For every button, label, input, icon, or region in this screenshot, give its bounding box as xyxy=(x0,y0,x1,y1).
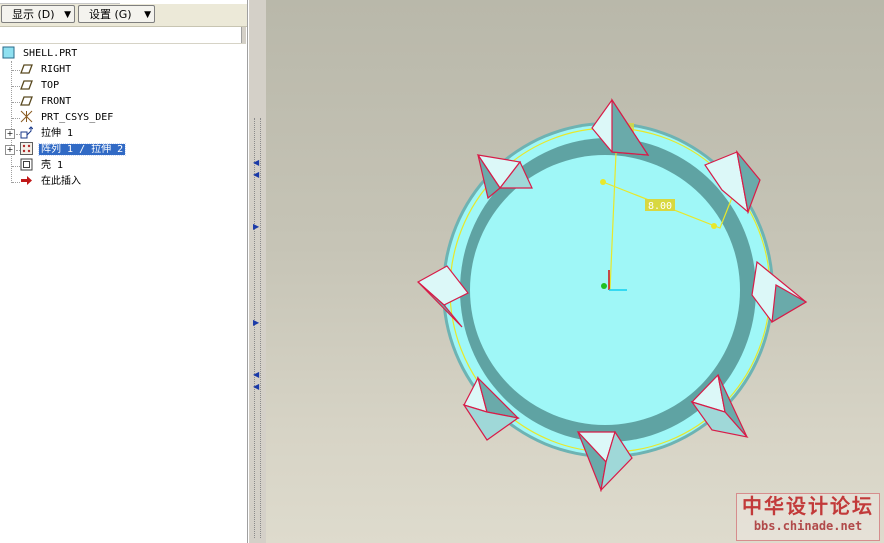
shell-inner-floor xyxy=(470,155,740,425)
chevron-down-icon: ▼ xyxy=(64,10,71,20)
display-menu-button[interactable]: 显示 (D) ▼ xyxy=(1,5,75,23)
tree-item-front[interactable]: FRONT xyxy=(20,94,73,110)
tree-item-top[interactable]: TOP xyxy=(20,78,61,94)
dimension-point xyxy=(711,223,717,229)
extrude-icon xyxy=(20,125,34,139)
splitter-grip[interactable] xyxy=(254,118,261,538)
tree-item-label: 拉伸 1 xyxy=(41,128,74,139)
settings-menu-label: 设置 (G) xyxy=(89,8,132,21)
model-tree-toolbar: 显示 (D) ▼ 设置 (G) ▼ xyxy=(0,4,247,27)
shell-icon xyxy=(20,158,33,171)
tree-item-label: 阵列 1 / 拉伸 2 xyxy=(38,143,127,156)
collapse-left-icon[interactable]: ◀ xyxy=(253,382,259,391)
column-resize-handle[interactable] xyxy=(241,27,246,43)
part-icon xyxy=(2,46,15,59)
expand-right-icon[interactable]: ▶ xyxy=(253,318,259,327)
tree-item-pattern-1[interactable]: 阵列 1 / 拉伸 2 xyxy=(20,141,127,158)
csys-icon xyxy=(20,110,33,123)
tree-item-extrude-1[interactable]: 拉伸 1 xyxy=(20,125,75,142)
datum-plane-icon xyxy=(20,94,33,107)
insert-here-arrow-icon xyxy=(20,174,33,187)
tree-item-label: TOP xyxy=(41,80,60,91)
tree-item-right[interactable]: RIGHT xyxy=(20,62,73,78)
chevron-down-icon: ▼ xyxy=(144,10,151,20)
panel-splitter[interactable]: ◀ ◀ ▶ ▶ ◀ ◀ xyxy=(248,0,267,543)
tree-column-header xyxy=(0,27,246,44)
tree-item-insert-here[interactable]: 在此插入 xyxy=(20,174,83,190)
tree-item-label: 在此插入 xyxy=(41,176,82,187)
collapse-left-icon[interactable]: ◀ xyxy=(253,158,259,167)
shell-model-render: 8.00 xyxy=(416,97,808,493)
tree-item-label: RIGHT xyxy=(41,64,72,75)
settings-menu-button[interactable]: 设置 (G) ▼ xyxy=(78,5,155,23)
tree-item-label: PRT_CSYS_DEF xyxy=(41,112,114,123)
tree-item-label: 壳 1 xyxy=(41,160,64,171)
tree-connector xyxy=(12,86,20,87)
datum-plane-icon xyxy=(20,62,33,75)
collapse-left-icon[interactable]: ◀ xyxy=(253,370,259,379)
model-tree: SHELL.PRT RIGHT TOP FRONT PRT_CSYS_DEF +… xyxy=(0,44,246,543)
dimension-point xyxy=(600,179,606,185)
csys-origin xyxy=(601,283,607,289)
tree-connector xyxy=(11,61,12,183)
tree-item-prt-csys-def[interactable]: PRT_CSYS_DEF xyxy=(20,110,115,126)
model-tree-panel: 显示 (D) ▼ 设置 (G) ▼ SHELL.PRT RIGHT TOP FR… xyxy=(0,0,248,543)
collapse-left-icon[interactable]: ◀ xyxy=(253,170,259,179)
expand-toggle[interactable]: + xyxy=(5,129,15,139)
tree-connector xyxy=(12,182,20,183)
tree-item-shell-1[interactable]: 壳 1 xyxy=(20,158,65,174)
tree-item-label: FRONT xyxy=(41,96,72,107)
site-watermark: 中华设计论坛 bbs.chinade.net xyxy=(736,493,880,541)
tree-connector xyxy=(12,118,20,119)
graphics-viewport[interactable]: 8.00 xyxy=(266,0,884,543)
pattern-icon xyxy=(20,141,33,155)
datum-plane-icon xyxy=(20,78,33,91)
tree-connector xyxy=(12,166,20,167)
dimension-value: 8.00 xyxy=(648,201,672,212)
tree-item-label: SHELL.PRT xyxy=(23,48,78,59)
expand-toggle[interactable]: + xyxy=(5,145,15,155)
watermark-title: 中华设计论坛 xyxy=(742,494,874,518)
tree-connector xyxy=(12,102,20,103)
expand-right-icon[interactable]: ▶ xyxy=(253,222,259,231)
tree-root-shell-prt[interactable]: SHELL.PRT xyxy=(2,46,79,62)
tree-connector xyxy=(12,70,20,71)
watermark-url: bbs.chinade.net xyxy=(753,519,863,533)
display-menu-label: 显示 (D) xyxy=(12,8,55,21)
